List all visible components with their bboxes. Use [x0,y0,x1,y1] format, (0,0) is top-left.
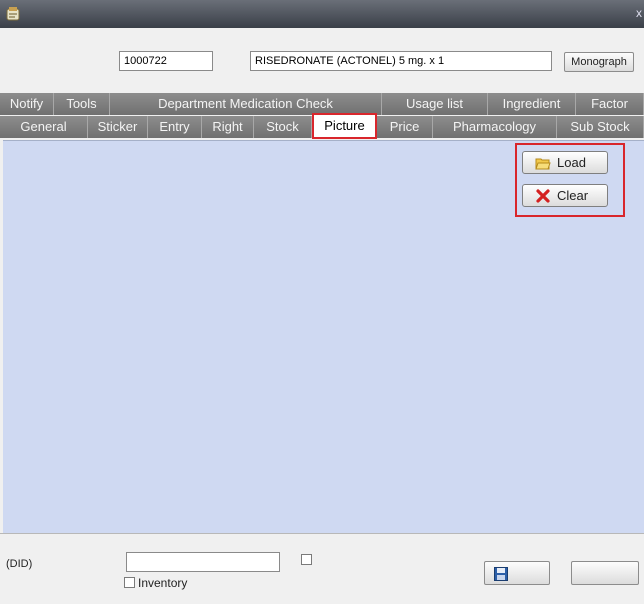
tab-department-medication-check[interactable]: Department Medication Check [110,93,382,115]
tab-tools[interactable]: Tools [54,93,110,115]
cancel-use-checkbox[interactable] [301,554,312,565]
tab-sub-stock[interactable]: Sub Stock [557,116,644,138]
clear-button[interactable]: Clear [522,184,608,207]
inventory-label: Inventory [138,576,188,590]
picture-area: Load Clear [3,140,644,533]
app-icon [6,7,20,21]
tab-price[interactable]: Price [377,116,433,138]
load-label: Load [557,155,586,170]
folder-open-icon [535,158,551,170]
tab-ingredient[interactable]: Ingredient [488,93,576,115]
cancel-button[interactable] [571,561,639,585]
tab-right[interactable]: Right [202,116,254,138]
tab-row-1: Notify Tools Department Medication Check… [0,93,644,115]
clear-label: Clear [557,188,589,203]
inventory-checkbox[interactable] [124,577,135,588]
tab-pharmacology[interactable]: Pharmacology [433,116,557,138]
tab-picture[interactable]: Picture [312,113,377,139]
tab-entry[interactable]: Entry [148,116,202,138]
monograph-button[interactable]: Monograph [564,52,634,72]
did-field[interactable] [126,552,280,572]
tab-general[interactable]: General [0,116,88,138]
bottom-bar: (DID) Inventory [0,533,644,604]
tab-row-2: General Sticker Entry Right Stock Pictur… [0,113,644,139]
tab-factor[interactable]: Factor [576,93,644,115]
did-label: (DID) [6,558,33,570]
close-button[interactable]: x [636,6,642,20]
save-button[interactable] [484,561,550,585]
tab-sticker[interactable]: Sticker [88,116,148,138]
header: 1000722 RISEDRONATE (ACTONEL) 5 mg. x 1 … [0,28,644,84]
code-field[interactable]: 1000722 [119,51,213,71]
title-bar: x [0,0,644,28]
tab-stock[interactable]: Stock [254,116,312,138]
load-button[interactable]: Load [522,151,608,174]
red-x-icon [536,189,550,203]
floppy-disk-icon [494,567,508,581]
tab-notify[interactable]: Notify [0,93,54,115]
tab-usage-list[interactable]: Usage list [382,93,488,115]
name-field[interactable]: RISEDRONATE (ACTONEL) 5 mg. x 1 [250,51,552,71]
